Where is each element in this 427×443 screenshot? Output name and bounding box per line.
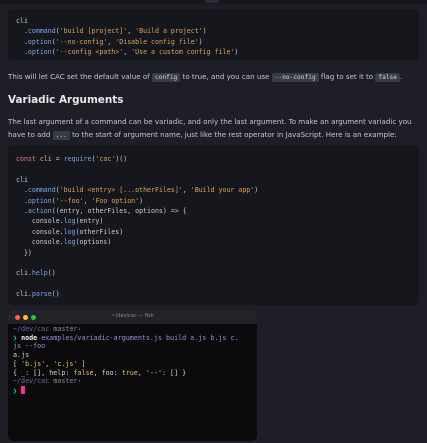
terminal-line: js --foo: [13, 342, 46, 351]
code-block-options: cli .command('build [project]', 'Build a…: [8, 9, 419, 60]
code-line: cli: [16, 175, 28, 184]
code-line: .command('build [project]', 'Build a pro…: [16, 27, 207, 36]
terminal-output: ~/dev/cac master› ❯ node examples/variad…: [13, 325, 239, 396]
terminal-cursor: [21, 385, 26, 394]
code-line: cli.parse(): [16, 290, 60, 299]
top-bar: [0, 0, 427, 4]
code-block-variadic: const cli = require('cac')() cli .comman…: [8, 145, 419, 305]
terminal-window: ~/dev/cac — fish ~/dev/cac master› ❯ nod…: [8, 310, 257, 441]
inline-code: ...: [52, 130, 70, 140]
terminal-line: ❯ node examples/variadic-arguments.js bu…: [13, 333, 239, 342]
inline-code: false: [375, 73, 400, 82]
code-line: .command('build <entry> [...otherFiles]'…: [16, 186, 259, 195]
terminal-title-bar: ~/dev/cac — fish: [8, 310, 257, 324]
terminal-line: { _: [], help: false, foo: true, '--': […: [13, 368, 187, 377]
code-line: console.log(otherFiles): [16, 227, 124, 236]
inline-code: config: [151, 73, 181, 82]
code-line: const cli = require('cac')(): [16, 155, 128, 163]
code-line: cli.help(): [16, 269, 56, 278]
code-line: }): [16, 248, 32, 257]
terminal-line: ~/dev/cac master›: [13, 325, 82, 333]
paragraph-config-default: This will let CAC set the default value …: [8, 72, 403, 82]
terminal-title: ~/dev/cac — fish: [111, 313, 154, 319]
scroll-indicator: [205, 0, 219, 3]
paragraph-variadic: The last argument of a command can be va…: [8, 117, 412, 140]
code-line: .option('--config <path>', 'Use a custom…: [16, 48, 239, 57]
code-line: .action((entry, otherFiles, options) => …: [16, 207, 187, 216]
inline-code: --no-config: [271, 73, 319, 82]
code-line: .option('--no-config', 'Disable config f…: [16, 37, 203, 46]
code-line: console.log(entry): [16, 217, 104, 226]
terminal-line: ❯: [13, 385, 26, 395]
code-line: .option('--foo', 'Foo option'): [16, 196, 144, 205]
code-line: console.log(options): [16, 238, 112, 247]
code-line: cli: [16, 17, 28, 25]
terminal-line: a.js: [13, 351, 30, 360]
terminal-line: ~/dev/cac master›: [13, 377, 82, 386]
terminal-line: [ 'b.js', 'c.js' ]: [13, 359, 86, 368]
section-heading: Variadic Arguments: [8, 94, 124, 106]
